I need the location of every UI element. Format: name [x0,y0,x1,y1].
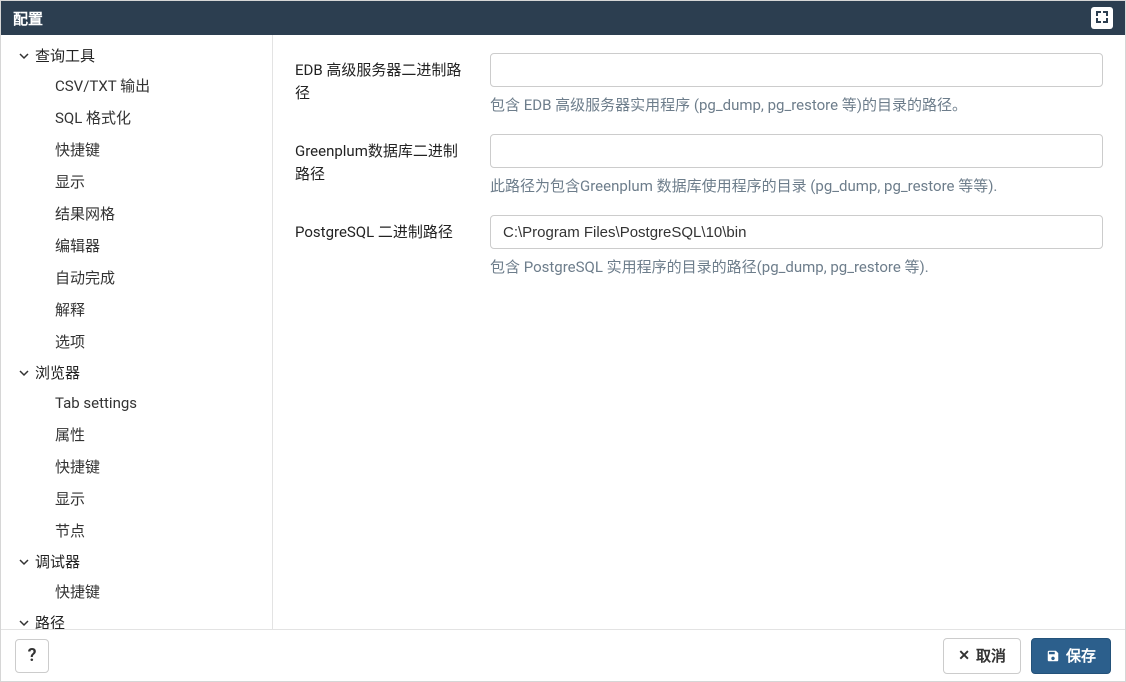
sidebar-item-label: 快捷键 [55,458,100,476]
form-row: PostgreSQL 二进制路径包含 PostgreSQL 实用程序的目录的路径… [295,215,1103,278]
sidebar-item[interactable]: 解释 [1,294,272,326]
help-button[interactable]: ? [15,639,49,673]
sidebar-item[interactable]: 快捷键 [1,451,272,483]
dialog-body: 查询工具CSV/TXT 输出SQL 格式化快捷键显示结果网格编辑器自动完成解释选… [1,35,1125,629]
sidebar-item-label: 解释 [55,301,85,319]
dialog-title: 配置 [13,8,43,29]
sidebar-item-label: 快捷键 [55,141,100,159]
sidebar-category-label: 调试器 [35,551,80,572]
sidebar-item[interactable]: 显示 [1,483,272,515]
sidebar-category[interactable]: 路径 [1,608,272,629]
sidebar-item-label: 属性 [55,426,85,444]
sidebar-item-label: 显示 [55,173,85,191]
sidebar-category[interactable]: 浏览器 [1,358,272,387]
sidebar-item-label: 自动完成 [55,269,115,287]
sidebar-item[interactable]: 快捷键 [1,134,272,166]
sidebar-item[interactable]: 属性 [1,419,272,451]
sidebar-item-label: SQL 格式化 [55,109,131,127]
sidebar-item-label: 快捷键 [55,583,100,601]
sidebar-item[interactable]: CSV/TXT 输出 [1,70,272,102]
sidebar-item-label: 编辑器 [55,237,100,255]
cancel-button[interactable]: ✕ 取消 [943,638,1021,674]
preferences-content: EDB 高级服务器二进制路径包含 EDB 高级服务器实用程序 (pg_dump,… [273,35,1125,629]
close-icon: ✕ [958,648,970,664]
dialog-footer: ? ✕ 取消 保存 [1,629,1125,681]
sidebar-item-label: 显示 [55,490,85,508]
footer-actions: ✕ 取消 保存 [943,638,1111,674]
chevron-down-icon [17,368,31,378]
binary-path-input[interactable] [490,53,1103,87]
preferences-sidebar[interactable]: 查询工具CSV/TXT 输出SQL 格式化快捷键显示结果网格编辑器自动完成解释选… [1,35,273,629]
chevron-down-icon [17,557,31,567]
cancel-label: 取消 [976,645,1006,666]
save-icon [1046,649,1060,663]
sidebar-category-label: 查询工具 [35,45,95,66]
sidebar-item-label: 节点 [55,522,85,540]
sidebar-item[interactable]: 编辑器 [1,230,272,262]
form-field: 此路径为包含Greenplum 数据库使用程序的目录 (pg_dump, pg_… [490,134,1103,197]
sidebar-item-label: 结果网格 [55,205,115,223]
binary-path-input[interactable] [490,134,1103,168]
save-button[interactable]: 保存 [1031,638,1111,674]
sidebar-item[interactable]: 选项 [1,326,272,358]
form-label: EDB 高级服务器二进制路径 [295,53,490,116]
sidebar-item[interactable]: Tab settings [1,387,272,419]
titlebar: 配置 [1,1,1125,35]
form-label: PostgreSQL 二进制路径 [295,215,490,278]
form-help-text: 包含 PostgreSQL 实用程序的目录的路径(pg_dump, pg_res… [490,257,1103,278]
form-help-text: 包含 EDB 高级服务器实用程序 (pg_dump, pg_restore 等)… [490,95,1103,116]
sidebar-item[interactable]: 显示 [1,166,272,198]
sidebar-item-label: CSV/TXT 输出 [55,77,150,95]
sidebar-category[interactable]: 查询工具 [1,41,272,70]
sidebar-item-label: 选项 [55,333,85,351]
chevron-down-icon [17,618,31,628]
form-row: EDB 高级服务器二进制路径包含 EDB 高级服务器实用程序 (pg_dump,… [295,53,1103,116]
chevron-down-icon [17,51,31,61]
sidebar-item[interactable]: 自动完成 [1,262,272,294]
form-help-text: 此路径为包含Greenplum 数据库使用程序的目录 (pg_dump, pg_… [490,176,1103,197]
sidebar-item[interactable]: 快捷键 [1,576,272,608]
form-label: Greenplum数据库二进制路径 [295,134,490,197]
sidebar-category-label: 路径 [35,612,65,629]
save-label: 保存 [1066,645,1096,666]
sidebar-category-label: 浏览器 [35,362,80,383]
help-icon: ? [28,645,37,666]
sidebar-category[interactable]: 调试器 [1,547,272,576]
maximize-icon [1096,9,1108,27]
sidebar-item-label: Tab settings [55,394,137,412]
maximize-button[interactable] [1091,7,1113,29]
form-field: 包含 PostgreSQL 实用程序的目录的路径(pg_dump, pg_res… [490,215,1103,278]
binary-path-input[interactable] [490,215,1103,249]
sidebar-item[interactable]: 结果网格 [1,198,272,230]
sidebar-item[interactable]: SQL 格式化 [1,102,272,134]
form-row: Greenplum数据库二进制路径此路径为包含Greenplum 数据库使用程序… [295,134,1103,197]
form-field: 包含 EDB 高级服务器实用程序 (pg_dump, pg_restore 等)… [490,53,1103,116]
preferences-dialog: 配置 查询工具CSV/TXT 输出SQL 格式化快捷键显示结果网格编辑器自动完成… [0,0,1126,682]
sidebar-item[interactable]: 节点 [1,515,272,547]
